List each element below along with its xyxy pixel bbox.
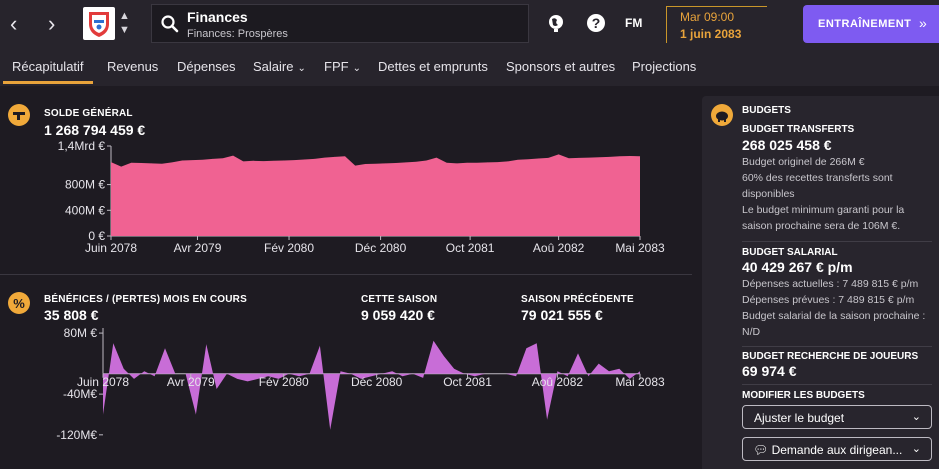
forward-arrow-icon[interactable]: › — [48, 12, 55, 36]
transfer-line: Le budget minimum garanti pour la saison… — [742, 204, 905, 232]
salary-line: Budget salarial de la saison prochaine :… — [742, 310, 926, 338]
svg-text:%: % — [13, 296, 25, 311]
scouting-budget-value: 69 974 € — [742, 363, 797, 379]
current-time: Mar 09:00 — [680, 10, 735, 24]
chevron-down-icon: ⌄ — [911, 443, 921, 455]
x-tick-label: Juin 2078 — [85, 241, 137, 255]
help-icon[interactable]: ? — [586, 13, 606, 33]
transfer-budget-value: 268 025 458 € — [742, 137, 832, 153]
y-tick-label: -40M€ — [63, 387, 97, 401]
x-tick-label: Avr 2079 — [174, 241, 222, 255]
tab-sponsors[interactable]: Sponsors et autres — [506, 59, 615, 74]
request-board-text: Demande aux dirigean... — [771, 443, 903, 457]
x-tick-label: Mai 2083 — [615, 241, 665, 255]
profit-value: 35 808 € — [44, 307, 99, 323]
salary-budget-label: BUDGET SALARIAL — [742, 247, 838, 258]
tab-revenus[interactable]: Revenus — [107, 59, 158, 74]
profit-icon: % — [8, 292, 30, 314]
tab-bar: Récapitulatif Revenus Dépenses Salaire ⌄ … — [0, 50, 939, 86]
salary-budget-details: Dépenses actuelles : 7 489 815 € p/m Dép… — [742, 276, 932, 340]
current-date: 1 juin 2083 — [680, 27, 742, 41]
main-panel: SOLDE GÉNÉRAL 1 268 794 459 € 1,4Mrd € 80… — [0, 96, 692, 469]
x-tick-label: Oct 2081 — [443, 375, 492, 389]
double-chevron-right-icon: » — [919, 15, 927, 31]
y-tick-label: 1,4Mrd € — [58, 140, 106, 153]
request-board-label: 💬︎ Demande aux dirigean... — [753, 443, 902, 457]
scouting-budget-label: BUDGET RECHERCHE DE JOUEURS — [742, 351, 919, 362]
tab-projections[interactable]: Projections — [632, 59, 696, 74]
y-tick-label: 80M € — [64, 328, 98, 340]
previous-season-value: 79 021 555 € — [521, 307, 603, 323]
x-tick-label: Aoû 2082 — [532, 375, 584, 389]
profit-label: BÉNÉFICES / (PERTES) MOIS EN COURS — [44, 294, 247, 305]
tab-depenses[interactable]: Dépenses — [177, 59, 236, 74]
transfer-line: 60% des recettes transferts sont disponi… — [742, 172, 893, 200]
top-bar: ‹ › ▲ ▼ Finances Finances: Prospères ? F… — [0, 0, 939, 50]
previous-season-label: SAISON PRÉCÉDENTE — [521, 294, 634, 305]
series-area — [111, 154, 640, 236]
tab-salaire[interactable]: Salaire ⌄ — [253, 59, 306, 74]
chevron-down-icon[interactable]: ▼ — [119, 25, 130, 36]
page-search-box[interactable]: Finances Finances: Prospères — [151, 4, 529, 43]
modify-budgets-label: MODIFIER LES BUDGETS — [742, 390, 865, 401]
profit-chart: 80M € -40M€ -120M€ Juin 2078 Avr 2079 Fév 208… — [56, 328, 665, 442]
x-tick-label: Oct 2081 — [446, 241, 495, 255]
sidebar-divider — [742, 384, 932, 385]
continue-button[interactable]: ENTRAÎNEMENT » — [803, 5, 939, 43]
speech-bubble-icon: 💬︎ — [753, 443, 772, 457]
budgets-sidebar: BUDGETS BUDGET TRANSFERTS 268 025 458 € … — [702, 96, 939, 469]
x-tick-label: Déc 2080 — [355, 241, 407, 255]
continue-button-label: ENTRAÎNEMENT — [818, 18, 912, 30]
y-tick-label: 400M € — [65, 203, 105, 217]
y-tick-label: 800M € — [65, 178, 105, 192]
balance-icon — [8, 104, 30, 126]
tab-dettes-emprunts[interactable]: Dettes et emprunts — [378, 59, 488, 74]
search-icon[interactable] — [160, 14, 180, 34]
balance-chart: 1,4Mrd €800M €400M €0 €Juin 2078 Avr 2079… — [58, 140, 665, 255]
chevron-up-icon[interactable]: ▲ — [119, 11, 130, 22]
chevron-down-icon: ⌄ — [352, 63, 361, 74]
adjust-budget-button[interactable]: Ajuster le budget ⌄ — [742, 405, 932, 429]
chevron-down-icon: ⌄ — [911, 411, 921, 423]
season-value: 9 059 420 € — [361, 307, 435, 323]
page-title: Finances — [187, 9, 248, 25]
adjust-budget-label: Ajuster le budget — [754, 411, 845, 425]
tab-fpf[interactable]: FPF ⌄ — [324, 59, 361, 74]
salary-line: Dépenses actuelles : 7 489 815 € p/m — [742, 278, 919, 290]
balance-value: 1 268 794 459 € — [44, 122, 146, 138]
salary-budget-value: 40 429 267 € p/m — [742, 259, 853, 275]
y-tick-label: -120M€ — [56, 428, 97, 442]
chevron-down-icon: ⌄ — [297, 63, 306, 74]
date-block[interactable]: Mar 09:00 1 juin 2083 — [666, 6, 767, 43]
x-tick-label: Déc 2080 — [351, 375, 403, 389]
balance-label: SOLDE GÉNÉRAL — [44, 108, 133, 119]
sidebar-divider — [742, 241, 932, 242]
piggy-bank-icon — [711, 104, 733, 126]
svg-text:?: ? — [592, 15, 601, 31]
section-divider — [0, 274, 692, 275]
x-tick-label: Aoû 2082 — [533, 241, 585, 255]
salary-line: Dépenses prévues : 7 489 815 € p/m — [742, 294, 915, 306]
club-badge-icon[interactable] — [83, 7, 115, 40]
transfer-line: Budget originel de 266M € — [742, 156, 865, 168]
x-tick-label: Juin 2078 — [77, 375, 129, 389]
x-tick-label: Avr 2079 — [167, 375, 215, 389]
x-tick-label: Fév 2080 — [264, 241, 314, 255]
sidebar-divider — [742, 346, 932, 347]
back-arrow-icon[interactable]: ‹ — [10, 12, 17, 36]
globe-icon[interactable] — [546, 13, 566, 33]
season-label: CETTE SAISON — [361, 294, 438, 305]
page-subtitle: Finances: Prospères — [187, 28, 288, 40]
fm-logo[interactable]: FM — [625, 16, 642, 30]
budgets-title: BUDGETS — [742, 105, 791, 116]
x-tick-label: Fév 2080 — [259, 375, 309, 389]
transfer-budget-details: Budget originel de 266M € 60% des recett… — [742, 154, 932, 234]
active-tab-indicator — [3, 81, 93, 84]
transfer-budget-label: BUDGET TRANSFERTS — [742, 124, 855, 135]
request-board-button[interactable]: 💬︎ Demande aux dirigean... ⌄ — [742, 437, 932, 461]
tab-recapitulatif[interactable]: Récapitulatif — [12, 59, 84, 74]
x-tick-label: Mai 2083 — [615, 375, 665, 389]
